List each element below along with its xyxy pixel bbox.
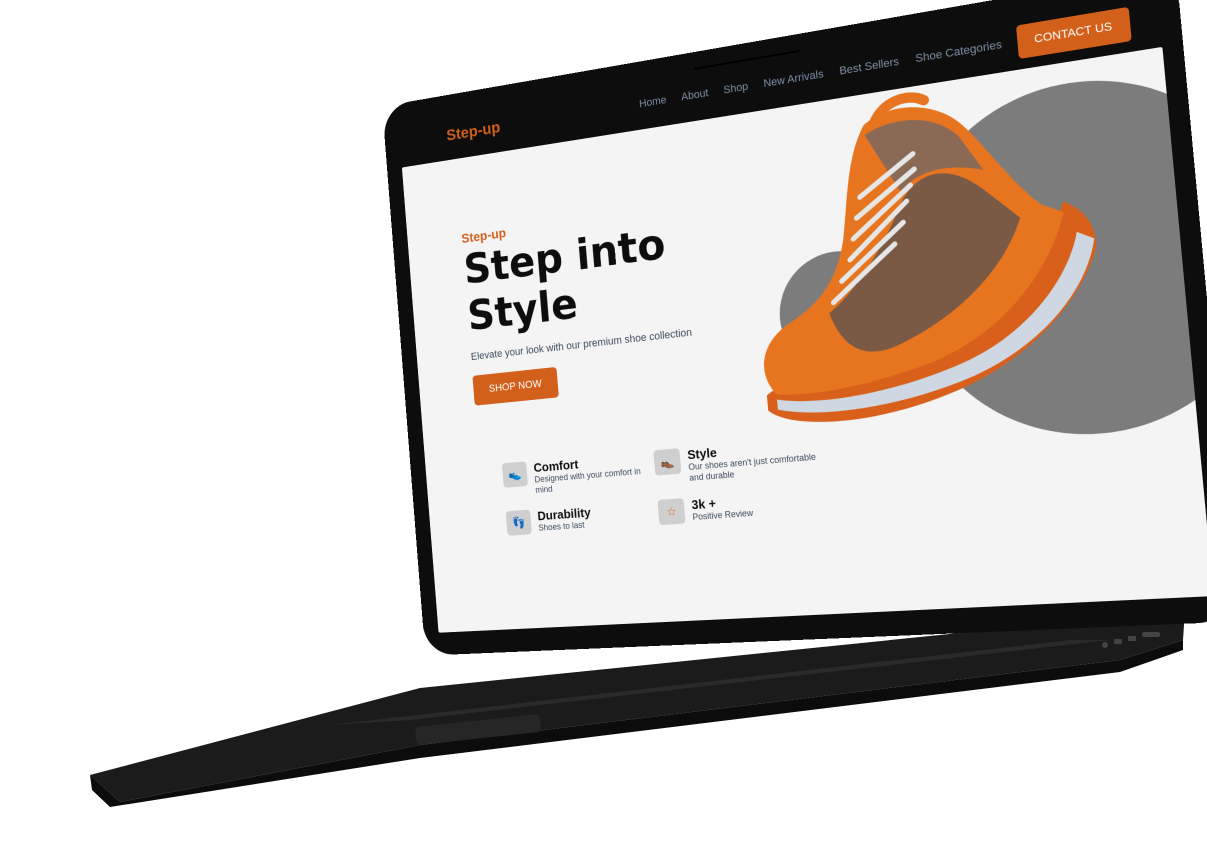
- nav-link-best-sellers[interactable]: Best Sellers: [839, 56, 900, 78]
- brand-logo[interactable]: Step-up: [446, 118, 501, 145]
- footprint-icon: 👣: [506, 510, 532, 536]
- laptop-lid: Step-up Home About Shop New Arrivals Bes…: [382, 0, 1207, 656]
- screen-stage: Step-up Home About Shop New Arrivals Bes…: [0, 0, 1207, 847]
- contact-us-button[interactable]: CONTACT US: [1015, 7, 1131, 59]
- hero-shoe-image: [724, 58, 1127, 442]
- nav-link-shoe-categories[interactable]: Shoe Categories: [915, 39, 1002, 66]
- nav-link-new-arrivals[interactable]: New Arrivals: [763, 68, 824, 90]
- feature-durability: 👣 Durability Shoes to last: [506, 500, 660, 536]
- hero-content: Step-up Step into Style Elevate your loo…: [461, 189, 775, 406]
- feature-reviews: ☆ 3k + Positive Review: [657, 488, 822, 525]
- feature-comfort: 👟 Comfort Designed with your comfort in …: [502, 450, 656, 498]
- shop-now-button[interactable]: SHOP NOW: [472, 367, 558, 406]
- feature-style: 👞 Style Our shoes aren't just comfortabl…: [653, 436, 819, 486]
- shoe-icon: 👟: [502, 461, 528, 487]
- nav-link-about[interactable]: About: [681, 87, 709, 103]
- star-icon: ☆: [657, 498, 685, 525]
- sneaker-icon: 👞: [653, 448, 681, 475]
- features-grid: 👟 Comfort Designed with your comfort in …: [502, 436, 823, 535]
- nav-link-shop[interactable]: Shop: [723, 81, 749, 97]
- nav-link-home[interactable]: Home: [639, 94, 667, 110]
